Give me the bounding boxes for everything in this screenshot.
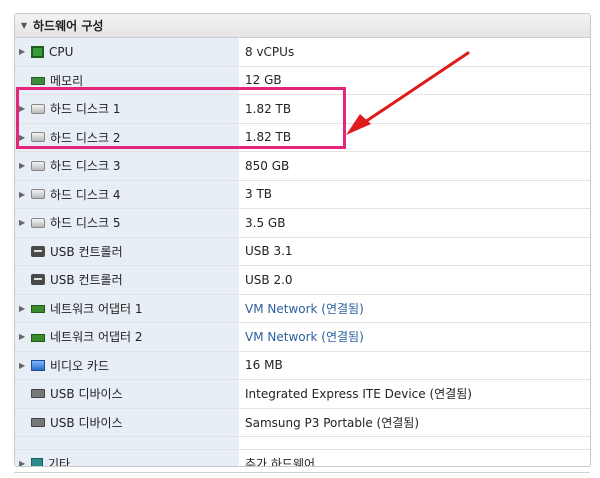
- row-label: USB 컨트롤러: [50, 273, 123, 288]
- other-icon: [31, 457, 43, 466]
- expand-triangle-icon[interactable]: ▶: [19, 133, 31, 142]
- row-name-cell: ▶ 하드 디스크 1: [15, 95, 239, 123]
- row-value: USB 3.1: [245, 244, 293, 259]
- cpu-icon: [31, 45, 44, 58]
- row-label: 네트워크 어댑터 2: [50, 330, 143, 345]
- row-value: Samsung P3 Portable (연결됨): [245, 415, 420, 430]
- row-name-cell: ▶ 기타: [15, 450, 239, 467]
- network-adapter-icon: [31, 333, 45, 342]
- hardware-config-panel: ▼ 하드웨어 구성 ▶ CPU 8 vCPUs 메모리 12 GB ▶ 하드 디스크 1 1.…: [14, 13, 591, 467]
- row-label: 하드 디스크 5: [50, 216, 121, 231]
- expand-triangle-icon[interactable]: ▶: [19, 218, 31, 227]
- hardware-row[interactable]: USB 디바이스 Integrated Express ITE Device (연…: [15, 380, 590, 409]
- hardware-row[interactable]: ▶ 하드 디스크 5 3.5 GB: [15, 209, 590, 238]
- row-value: 추가 하드웨어: [245, 457, 316, 467]
- row-name-cell: ▶ CPU: [15, 38, 239, 66]
- row-name-cell: USB 디바이스: [15, 408, 239, 436]
- hardware-row[interactable]: ▶ 하드 디스크 1 1.82 TB: [15, 95, 590, 124]
- row-name-cell: ▶ 하드 디스크 2: [15, 123, 239, 151]
- hardware-row[interactable]: ▶ 기타 추가 하드웨어: [15, 450, 590, 467]
- row-name-cell: ▶ 하드 디스크 3: [15, 152, 239, 180]
- expand-triangle-icon[interactable]: ▶: [19, 459, 31, 466]
- row-name-cell: USB 컨트롤러: [15, 266, 239, 294]
- hard-disk-icon: [31, 217, 45, 228]
- hardware-row[interactable]: ▶ 하드 디스크 3 850 GB: [15, 152, 590, 181]
- panel-title: 하드웨어 구성: [33, 19, 104, 33]
- hardware-row[interactable]: USB 컨트롤러 USB 2.0: [15, 266, 590, 295]
- expand-triangle-icon[interactable]: ▶: [19, 304, 31, 313]
- panel-header[interactable]: ▼ 하드웨어 구성: [15, 14, 590, 38]
- expand-triangle-icon[interactable]: ▶: [19, 161, 31, 170]
- usb-device-icon: [31, 417, 45, 427]
- expand-triangle-icon[interactable]: ▶: [19, 361, 31, 370]
- row-label: 하드 디스크 3: [50, 159, 121, 174]
- row-value: 1.82 TB: [245, 101, 292, 116]
- row-label: 네트워크 어댑터 1: [50, 301, 143, 316]
- row-label: 하드 디스크 1: [50, 102, 121, 117]
- row-label: USB 디바이스: [50, 415, 123, 430]
- row-label: 하드 디스크 4: [50, 187, 121, 202]
- hardware-row[interactable]: USB 컨트롤러 USB 3.1: [15, 237, 590, 266]
- row-spacer: [15, 437, 590, 450]
- hardware-row[interactable]: 메모리 12 GB: [15, 66, 590, 95]
- expand-triangle-icon[interactable]: ▶: [19, 47, 31, 56]
- row-name-cell: 메모리: [15, 66, 239, 94]
- row-value: Integrated Express ITE Device (연결됨): [245, 387, 472, 402]
- memory-icon: [31, 77, 45, 86]
- row-name-cell: ▶ 하드 디스크 5: [15, 209, 239, 237]
- hard-disk-icon: [31, 160, 45, 171]
- network-adapter-icon: [31, 305, 45, 314]
- hardware-row[interactable]: ▶ 하드 디스크 4 3 TB: [15, 180, 590, 209]
- row-value: USB 2.0: [245, 272, 293, 287]
- hardware-row[interactable]: ▶ 네트워크 어댑터 1 VM Network (연결됨): [15, 294, 590, 323]
- hardware-row[interactable]: ▶ CPU 8 vCPUs: [15, 38, 590, 67]
- bottom-divider: [14, 472, 590, 473]
- hardware-row[interactable]: USB 디바이스 Samsung P3 Portable (연결됨): [15, 408, 590, 437]
- hardware-row[interactable]: ▶ 하드 디스크 2 1.82 TB: [15, 123, 590, 152]
- hard-disk-icon: [31, 103, 45, 114]
- usb-controller-icon: [31, 274, 45, 286]
- usb-controller-icon: [31, 245, 45, 257]
- row-value: 16 MB: [245, 358, 283, 373]
- row-name-cell: ▶ 네트워크 어댑터 2: [15, 323, 239, 351]
- row-value: 3.5 GB: [245, 215, 286, 230]
- row-value[interactable]: VM Network (연결됨): [239, 295, 590, 323]
- row-value: 1.82 TB: [245, 130, 292, 145]
- row-name-cell: USB 디바이스: [15, 380, 239, 408]
- row-value: 850 GB: [245, 158, 290, 173]
- row-name-cell: ▶ 비디오 카드: [15, 351, 239, 379]
- row-label: USB 디바이스: [50, 387, 123, 402]
- hard-disk-icon: [31, 132, 45, 143]
- row-name-cell: ▶ 하드 디스크 4: [15, 180, 239, 208]
- collapse-caret-icon[interactable]: ▼: [21, 21, 33, 30]
- row-value: 3 TB: [245, 187, 273, 202]
- row-name-cell: USB 컨트롤러: [15, 237, 239, 265]
- row-label: USB 컨트롤러: [50, 244, 123, 259]
- expand-triangle-icon[interactable]: ▶: [19, 104, 31, 113]
- row-label: 하드 디스크 2: [50, 130, 121, 145]
- row-value[interactable]: VM Network (연결됨): [239, 323, 590, 351]
- row-label: 메모리: [50, 73, 84, 88]
- row-name-cell: ▶ 네트워크 어댑터 1: [15, 294, 239, 322]
- expand-triangle-icon[interactable]: ▶: [19, 190, 31, 199]
- expand-triangle-icon[interactable]: ▶: [19, 332, 31, 341]
- video-card-icon: [31, 359, 45, 371]
- usb-device-icon: [31, 389, 45, 399]
- row-label: 비디오 카드: [50, 358, 110, 373]
- row-label: 기타: [48, 457, 71, 467]
- hardware-row[interactable]: ▶ 네트워크 어댑터 2 VM Network (연결됨): [15, 323, 590, 352]
- row-value: 8 vCPUs: [245, 44, 295, 59]
- row-label: CPU: [49, 44, 74, 59]
- hard-disk-icon: [31, 189, 45, 200]
- hardware-row[interactable]: ▶ 비디오 카드 16 MB: [15, 351, 590, 380]
- hardware-rows: ▶ CPU 8 vCPUs 메모리 12 GB ▶ 하드 디스크 1 1.82 TB ▶ 하드 디…: [15, 38, 590, 467]
- spacer-cell: [15, 437, 239, 449]
- spacer-value: [239, 437, 590, 449]
- row-value: 12 GB: [245, 73, 282, 88]
